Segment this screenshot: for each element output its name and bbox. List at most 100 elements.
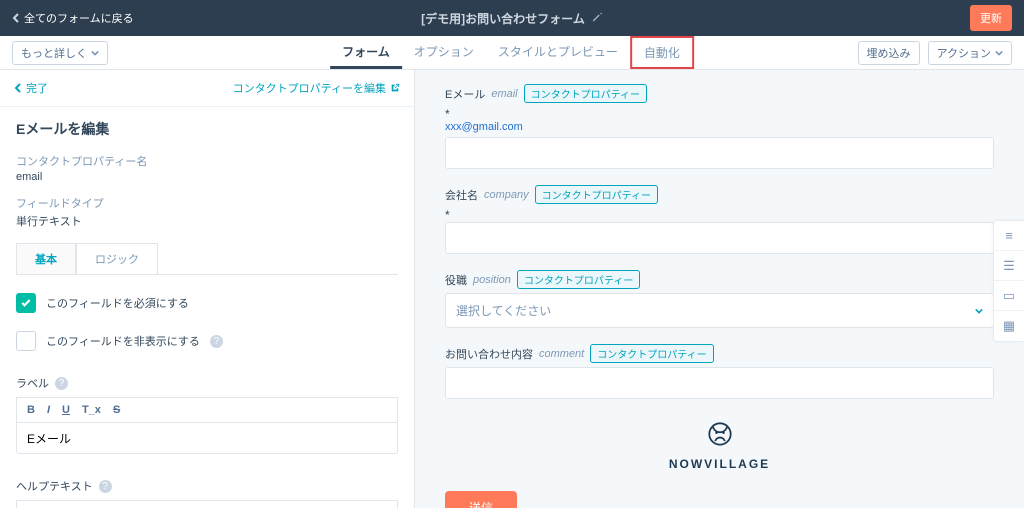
field-comment: お問い合わせ内容 comment コンタクトプロパティー xyxy=(445,344,994,399)
check-icon xyxy=(20,297,32,309)
left-panel: 完了 コンタクトプロパティーを編集 Eメールを編集 コンタクトプロパティー名 e… xyxy=(0,70,415,508)
tab-style-preview[interactable]: スタイルとプレビュー xyxy=(486,36,630,69)
company-label-jp: 会社名 xyxy=(445,187,478,203)
lion-icon xyxy=(701,415,739,453)
company-input[interactable] xyxy=(445,222,994,254)
help-icon[interactable]: ? xyxy=(99,480,112,493)
rt-strike[interactable]: S xyxy=(113,404,120,416)
table-icon[interactable]: ▦ xyxy=(994,311,1024,341)
rich-text-toolbar-label: B I U T_x S xyxy=(16,397,398,422)
window-icon[interactable]: ▭ xyxy=(994,281,1024,311)
left-panel-body: Eメールを編集 コンタクトプロパティー名 email フィールドタイプ 単行テキ… xyxy=(0,107,414,508)
position-select[interactable]: 選択してください xyxy=(445,293,994,328)
side-tools: ≡ ☰ ▭ ▦ xyxy=(993,220,1024,342)
update-button[interactable]: 更新 xyxy=(970,5,1012,31)
secondbar: もっと詳しく フォーム オプション スタイルとプレビュー 自動化 埋め込み アク… xyxy=(0,36,1024,70)
chevron-down-icon xyxy=(995,49,1003,57)
nav-tabs: フォーム オプション スタイルとプレビュー 自動化 xyxy=(330,36,694,69)
chevron-left-icon xyxy=(14,83,22,93)
external-link-icon xyxy=(390,83,400,93)
required-checkbox[interactable] xyxy=(16,293,36,313)
comment-label-en: comment xyxy=(539,348,584,360)
email-help-example: xxx@gmail.com xyxy=(445,121,994,133)
position-selected: 選択してください xyxy=(456,302,551,319)
brand-text: NOWVILLAGE xyxy=(669,457,770,471)
company-caption: 会社名 company コンタクトプロパティー xyxy=(445,185,994,204)
email-required-mark: * xyxy=(445,107,994,121)
comment-badge: コンタクトプロパティー xyxy=(590,344,713,363)
chevron-down-icon xyxy=(91,49,99,57)
email-badge: コンタクトプロパティー xyxy=(524,84,647,103)
editor-tab-logic[interactable]: ロジック xyxy=(76,243,158,274)
tab-form[interactable]: フォーム xyxy=(330,36,402,69)
page-title: [デモ用]お問い合わせフォーム xyxy=(421,10,585,27)
form-preview: Eメール email コンタクトプロパティー * xxx@gmail.com 会… xyxy=(415,70,1024,508)
field-position: 役職 position コンタクトプロパティー 選択してください xyxy=(445,270,994,328)
rt-underline[interactable]: U xyxy=(62,404,70,416)
help-caption: ヘルプテキスト xyxy=(16,478,93,494)
done-link[interactable]: 完了 xyxy=(14,80,48,96)
comment-label-jp: お問い合わせ内容 xyxy=(445,346,533,362)
menu-icon[interactable]: ≡ xyxy=(994,221,1024,251)
main: 完了 コンタクトプロパティーを編集 Eメールを編集 コンタクトプロパティー名 e… xyxy=(0,70,1024,508)
email-input[interactable] xyxy=(445,137,994,169)
back-text: 全てのフォームに戻る xyxy=(24,10,134,26)
position-label-jp: 役職 xyxy=(445,272,467,288)
topbar: 全てのフォームに戻る [デモ用]お問い合わせフォーム 更新 xyxy=(0,0,1024,36)
calendar-icon[interactable]: ☰ xyxy=(994,251,1024,281)
editor-tab-basic[interactable]: 基本 xyxy=(16,243,76,274)
help-caption-row: ヘルプテキスト ? xyxy=(16,478,398,494)
email-label-jp: Eメール xyxy=(445,86,485,102)
comment-input[interactable] xyxy=(445,367,994,399)
required-row: このフィールドを必須にする xyxy=(16,293,398,313)
edit-title-icon[interactable] xyxy=(591,11,603,26)
done-text: 完了 xyxy=(26,80,48,96)
label-caption: ラベル xyxy=(16,375,49,391)
edit-property-text: コンタクトプロパティーを編集 xyxy=(233,80,386,96)
chevron-down-icon xyxy=(975,304,983,318)
rt-italic[interactable]: I xyxy=(47,404,50,416)
prop-name-label: コンタクトプロパティー名 xyxy=(16,153,398,169)
edit-property-link[interactable]: コンタクトプロパティーを編集 xyxy=(233,80,400,96)
rt-bold[interactable]: B xyxy=(27,404,35,416)
hidden-checkbox[interactable] xyxy=(16,331,36,351)
embed-button[interactable]: 埋め込み xyxy=(858,41,920,65)
position-caption: 役職 position コンタクトプロパティー xyxy=(445,270,994,289)
field-email: Eメール email コンタクトプロパティー * xxx@gmail.com xyxy=(445,84,994,169)
field-type-value: 単行テキスト xyxy=(16,213,398,229)
actions-button[interactable]: アクション xyxy=(928,41,1012,65)
required-label: このフィールドを必須にする xyxy=(46,295,189,311)
company-badge: コンタクトプロパティー xyxy=(535,185,658,204)
label-input[interactable] xyxy=(16,422,398,454)
actions-label: アクション xyxy=(937,45,991,61)
help-icon[interactable]: ? xyxy=(210,335,223,348)
more-details-label: もっと詳しく xyxy=(21,45,87,61)
position-label-en: position xyxy=(473,274,511,286)
back-link[interactable]: 全てのフォームに戻る xyxy=(12,10,134,26)
email-caption: Eメール email コンタクトプロパティー xyxy=(445,84,994,103)
position-badge: コンタクトプロパティー xyxy=(517,270,640,289)
company-label-en: company xyxy=(484,189,529,201)
hidden-row: このフィールドを非表示にする ? xyxy=(16,331,398,351)
help-icon[interactable]: ? xyxy=(55,377,68,390)
email-label-en: email xyxy=(491,88,517,100)
left-panel-header: 完了 コンタクトプロパティーを編集 xyxy=(0,70,414,107)
comment-caption: お問い合わせ内容 comment コンタクトプロパティー xyxy=(445,344,994,363)
editor-tabs: 基本 ロジック xyxy=(16,243,398,275)
label-caption-row: ラベル ? xyxy=(16,375,398,391)
page-title-area: [デモ用]お問い合わせフォーム xyxy=(421,10,603,27)
hidden-label: このフィールドを非表示にする xyxy=(46,333,200,349)
field-type-label: フィールドタイプ xyxy=(16,195,398,211)
rich-text-toolbar-help: B I U T_x S xyxy=(16,500,398,508)
tab-options[interactable]: オプション xyxy=(402,36,486,69)
company-required-mark: * xyxy=(445,208,994,222)
rt-clear[interactable]: T_x xyxy=(82,404,101,416)
field-company: 会社名 company コンタクトプロパティー * xyxy=(445,185,994,254)
submit-button[interactable]: 送信 xyxy=(445,491,517,508)
brand-logo: NOWVILLAGE xyxy=(445,415,994,471)
editor-heading: Eメールを編集 xyxy=(16,119,398,139)
tab-automation[interactable]: 自動化 xyxy=(630,36,694,69)
more-details-button[interactable]: もっと詳しく xyxy=(12,41,108,65)
prop-name-value: email xyxy=(16,171,398,183)
chevron-left-icon xyxy=(12,13,20,23)
